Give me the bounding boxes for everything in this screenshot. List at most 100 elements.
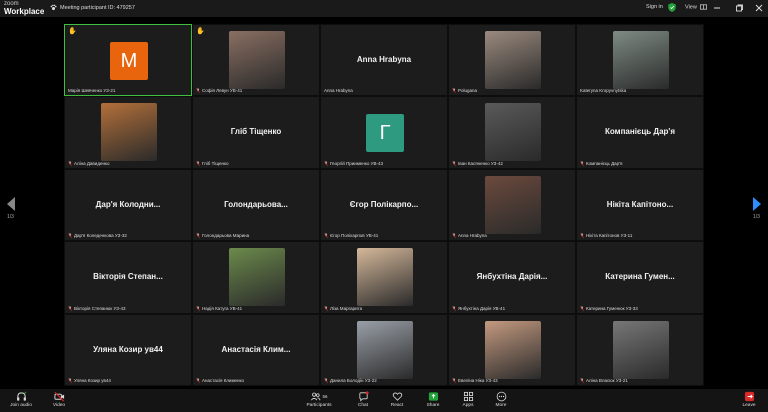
previous-page-arrow-icon[interactable] (6, 197, 16, 211)
participant-name-label: Надія Катуга УВ-41 (196, 306, 242, 311)
participant-name-label: Гліб Тіщенко (196, 161, 229, 166)
video-feed (229, 31, 285, 89)
mic-muted-icon (196, 233, 200, 239)
participant-tile[interactable]: Гліб Тіщенко Гліб Тіщенко (192, 96, 320, 169)
video-feed (485, 31, 541, 89)
participant-name-label: Данила Болодін УЗ-22 (324, 378, 377, 383)
participant-tile[interactable]: Уляна Козир ув44 Уляна Козир ув44 (64, 313, 192, 386)
paw-icon (50, 4, 57, 11)
video-feed (485, 175, 541, 234)
sign-in-link[interactable]: Sign in (646, 4, 663, 10)
app-logo: zoom Workplace (4, 1, 45, 16)
meeting-info[interactable]: Meeting participant ID: 479257 (50, 4, 135, 11)
participant-tile[interactable]: Аліна Давиденко (64, 96, 192, 169)
page-indicator-left: 1/3 (7, 214, 14, 220)
participant-name-label: Анастасія Клименко (196, 378, 244, 383)
mic-muted-icon (68, 233, 72, 239)
participant-name: Дар'я Коледенкова УЗ-32 (74, 233, 127, 239)
chat-label: Chat (357, 403, 369, 408)
mic-muted-icon (196, 378, 200, 383)
participant-name: Георгій Приименко УВ-43 (330, 160, 384, 166)
participant-name: Евеліна Ніка УЗ-43 (458, 377, 498, 383)
mic-muted-icon (452, 378, 456, 383)
participant-name-label: Георгій Приименко УВ-43 (324, 161, 383, 166)
participant-name: Аліна Давиденко (74, 160, 110, 166)
participant-tile[interactable]: Голондарьова... Голондарьова Марина (192, 168, 320, 242)
chat-button[interactable]: Chat (348, 391, 378, 408)
video-feed (613, 31, 669, 89)
participant-tile[interactable]: Kateryna Kropyvnytska (576, 24, 704, 97)
video-button[interactable]: Video (44, 391, 74, 408)
participant-name-label: Марія Шевченко УЗ-21 (68, 88, 115, 93)
participant-name: Аліна Власюк УЗ-21 (586, 377, 628, 383)
mic-muted-icon (580, 378, 584, 383)
video-feed (229, 248, 285, 307)
video-label: Video (52, 403, 66, 408)
apps-button[interactable]: Apps (453, 391, 483, 408)
restore-icon[interactable] (734, 3, 744, 13)
participant-name: Компанієць Дар'я (586, 160, 623, 166)
participant-tile[interactable]: Дар'я Колодни... Дар'я Коледенкова УЗ-32 (64, 168, 192, 242)
brand-big: Workplace (4, 7, 45, 16)
join-audio-button[interactable]: Join audio (6, 391, 36, 408)
shield-icon[interactable] (668, 3, 676, 12)
more-button[interactable]: More (486, 391, 516, 408)
participant-tile[interactable]: Єгор Полікарпо... Єгор Полікарпов УВ-41 (320, 168, 448, 242)
participant-tile[interactable]: Евеліна Ніка УЗ-43 (448, 313, 576, 386)
grid-view-icon (700, 4, 708, 10)
participant-tile[interactable]: ✋ M Марія Шевченко УЗ-21 (64, 24, 192, 97)
participant-name-label: Аліна Давиденко (68, 161, 109, 166)
participant-tile[interactable]: Анастасія Клим... Анастасія Клименко (192, 313, 320, 386)
participant-name: Нікіта Капітонов УЗ-11 (586, 233, 633, 239)
participant-name-label: Уляна Козир ув44 (68, 378, 111, 383)
participant-tile[interactable]: Надія Катуга УВ-41 (192, 241, 320, 314)
share-screen-icon (428, 392, 438, 401)
participants-count: 56 (322, 394, 328, 399)
participant-tile[interactable]: Янбухтіна Дарія... Янбухтіна Дарія УВ-41 (448, 241, 576, 314)
share-button[interactable]: Share (418, 391, 448, 408)
page-indicator-right: 1/3 (753, 214, 760, 220)
mic-muted-icon (452, 233, 456, 239)
video-feed (357, 248, 413, 307)
participant-name: Anna Hrabyna (324, 88, 353, 94)
participant-tile[interactable]: Anna Hrabyna Anna Hrabyna (320, 24, 448, 97)
participant-tile[interactable]: Нікіта Капітоно... Нікіта Капітонов УЗ-11 (576, 168, 704, 242)
participant-tile[interactable]: ✋ Софія Левун УВ-41 (192, 24, 320, 97)
mic-muted-icon (324, 233, 328, 239)
avatar: Г (366, 114, 404, 153)
participant-tile[interactable]: Г Георгій Приименко УВ-43 (320, 96, 448, 169)
participant-tile[interactable]: Компанієць Дар'я Компанієць Дар'я (576, 96, 704, 169)
participant-name: Гліб Тіщенко (202, 160, 229, 166)
minimize-icon[interactable] (712, 3, 722, 13)
participant-display-name: Єгор Полікарпо... (349, 199, 419, 209)
participant-name-label: Іван Касяненко УЗ-42 (452, 161, 503, 166)
participant-name-label: Янбухтіна Дарія УВ-41 (452, 306, 505, 311)
view-button[interactable]: View (685, 4, 708, 10)
participant-name: Софія Левун УВ-41 (202, 88, 243, 94)
participant-name-label: Евеліна Ніка УЗ-43 (452, 378, 498, 383)
heart-icon (392, 392, 402, 401)
participant-tile[interactable]: Ліза Маргарита (320, 241, 448, 314)
participant-tile[interactable]: Аліна Власюк УЗ-21 (576, 313, 704, 386)
participant-tile[interactable]: Вікторія Степан... Вікторія Степанюк УЗ-4… (64, 241, 192, 314)
mic-muted-icon (196, 160, 200, 166)
participant-name-label: Компанієць Дар'я (580, 161, 622, 166)
react-button[interactable]: React (382, 391, 412, 408)
mic-muted-icon (68, 160, 72, 166)
participant-tile[interactable]: Іван Касяненко УЗ-42 (448, 96, 576, 169)
leave-button[interactable]: Leave (734, 391, 764, 408)
mic-muted-icon (196, 88, 200, 94)
mic-muted-icon (452, 160, 456, 166)
participant-name: Надія Катуга УВ-41 (202, 305, 243, 311)
mic-muted-icon (324, 378, 328, 383)
video-feed (485, 103, 541, 162)
participant-tile[interactable]: Данила Болодін УЗ-22 (320, 313, 448, 386)
participant-name-label: Дар'я Коледенкова УЗ-32 (68, 233, 127, 238)
participant-tile[interactable]: Polugana (448, 24, 576, 97)
close-icon[interactable] (754, 3, 764, 13)
participants-button[interactable]: 56 Participants (304, 391, 334, 408)
participant-name-label: Єгор Полікарпов УВ-41 (324, 233, 378, 238)
participant-tile[interactable]: Катерина Гумен... Катерина Гуменюк УЗ-33 (576, 241, 704, 314)
participant-tile[interactable]: Anna Hrabyna (448, 168, 576, 242)
next-page-arrow-icon[interactable] (752, 197, 762, 211)
